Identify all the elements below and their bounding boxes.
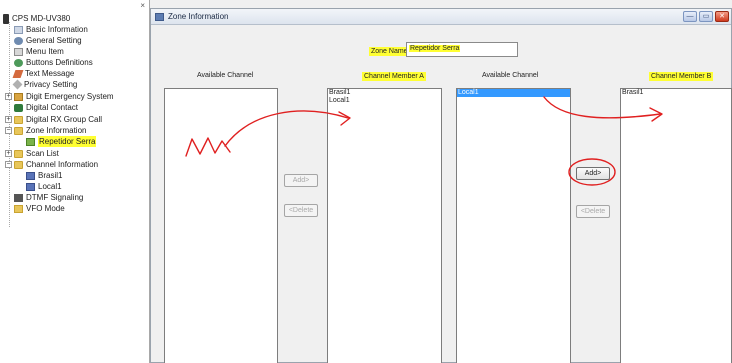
channel-member-b-header: Channel Member B bbox=[649, 72, 714, 81]
tree-item-vfo-mode[interactable]: VFO Mode bbox=[14, 203, 65, 214]
tree-item-digital-contact[interactable]: Digital Contact bbox=[14, 102, 78, 113]
collapse-toggle[interactable]: − bbox=[5, 161, 12, 168]
tree-item-label: Text Message bbox=[25, 69, 75, 78]
tree-item-label: General Setting bbox=[26, 36, 82, 45]
tree-item-local1[interactable]: Local1 bbox=[26, 181, 62, 192]
folder-icon bbox=[14, 115, 23, 124]
tree-guide-line bbox=[9, 22, 10, 227]
buttons-icon bbox=[14, 58, 23, 67]
folder-icon bbox=[14, 126, 23, 135]
channel-icon bbox=[26, 171, 35, 180]
tree-item-general-setting[interactable]: General Setting bbox=[14, 35, 82, 46]
tree-item-digit-emergency-system[interactable]: Digit Emergency System bbox=[14, 91, 114, 102]
tree-item-menu-item[interactable]: Menu Item bbox=[14, 46, 64, 57]
available-channel-b-list[interactable]: Local1 bbox=[456, 88, 571, 363]
zone-name-value: Repetidor Serra bbox=[409, 45, 461, 52]
maximize-button[interactable]: ▭ bbox=[699, 11, 713, 22]
delete-button-b[interactable]: <Delete bbox=[576, 205, 610, 218]
close-panel-icon[interactable]: × bbox=[140, 1, 145, 10]
menu-icon bbox=[14, 47, 23, 56]
tree-item-repetidor-serra[interactable]: Repetidor Serra bbox=[26, 136, 97, 147]
navigation-tree[interactable]: × CPS MD-UV380 Basic Information General… bbox=[0, 0, 150, 363]
folder-icon bbox=[14, 204, 23, 213]
tree-item-label: Menu Item bbox=[26, 47, 64, 56]
channel-member-b-list[interactable]: Brasil1 bbox=[620, 88, 732, 363]
folder-icon bbox=[14, 149, 23, 158]
tree-item-dtmf-signaling[interactable]: DTMF Signaling bbox=[14, 192, 83, 203]
window-icon bbox=[155, 13, 164, 21]
tree-item-scan-list[interactable]: Scan List bbox=[14, 148, 59, 159]
tree-item-label: Buttons Definitions bbox=[26, 58, 93, 67]
radio-device-icon bbox=[3, 13, 9, 24]
zone-name-label: Zone Name bbox=[369, 47, 410, 56]
tree-item-label: Digit Emergency System bbox=[26, 92, 114, 101]
tree-item-zone-information[interactable]: Zone Information bbox=[14, 125, 86, 136]
tree-item-channel-information[interactable]: Channel Information bbox=[14, 159, 98, 170]
channel-icon bbox=[26, 182, 35, 191]
expand-toggle[interactable]: + bbox=[5, 116, 12, 123]
collapse-toggle[interactable]: − bbox=[5, 127, 12, 134]
list-item[interactable]: Brasil1 bbox=[621, 89, 731, 97]
tree-item-label: Digital RX Group Call bbox=[26, 115, 103, 124]
tree-item-label: Digital Contact bbox=[26, 103, 79, 112]
tree-item-label: Privacy Setting bbox=[24, 80, 78, 89]
gear-icon bbox=[14, 36, 23, 45]
message-icon bbox=[12, 69, 24, 78]
folder-icon bbox=[14, 160, 23, 169]
tree-item-label: Repetidor Serra bbox=[38, 136, 97, 147]
tree-item-buttons-definitions[interactable]: Buttons Definitions bbox=[14, 57, 93, 68]
tree-item-label: Basic Information bbox=[26, 25, 88, 34]
tree-root[interactable]: CPS MD-UV380 bbox=[3, 13, 70, 24]
minimize-button[interactable]: — bbox=[683, 11, 697, 22]
zone-icon bbox=[26, 137, 35, 146]
expand-toggle[interactable]: + bbox=[5, 150, 12, 157]
add-button-b[interactable]: Add> bbox=[576, 167, 610, 180]
channel-member-a-list[interactable]: Brasil1 Local1 bbox=[327, 88, 442, 363]
add-button-a[interactable]: Add> bbox=[284, 174, 318, 187]
window-titlebar[interactable]: Zone Information — ▭ ✕ bbox=[151, 9, 731, 25]
tree-item-text-message[interactable]: Text Message bbox=[12, 68, 75, 79]
tree-item-basic-information[interactable]: Basic Information bbox=[14, 24, 88, 35]
tree-item-label: Zone Information bbox=[26, 126, 87, 135]
contact-icon bbox=[14, 103, 23, 112]
window-title: Zone Information bbox=[168, 12, 229, 21]
zone-information-window: Zone Information — ▭ ✕ Zone Name Repetid… bbox=[150, 8, 732, 363]
list-item[interactable]: Local1 bbox=[328, 97, 441, 105]
tree-item-label: DTMF Signaling bbox=[26, 193, 84, 202]
tree-item-digital-rx-group-call[interactable]: Digital RX Group Call bbox=[14, 114, 102, 125]
tree-item-label: VFO Mode bbox=[26, 204, 65, 213]
available-channel-a-header: Available Channel bbox=[197, 72, 254, 79]
close-button[interactable]: ✕ bbox=[715, 11, 729, 22]
zone-name-input[interactable]: Repetidor Serra bbox=[406, 42, 518, 57]
dtmf-icon bbox=[14, 193, 23, 202]
available-channel-b-header: Available Channel bbox=[482, 72, 539, 79]
tree-item-privacy-setting[interactable]: Privacy Setting bbox=[12, 79, 78, 90]
delete-button-a[interactable]: <Delete bbox=[284, 204, 318, 217]
list-item-selected[interactable]: Local1 bbox=[457, 89, 570, 97]
list-item[interactable]: Brasil1 bbox=[328, 89, 441, 97]
available-channel-a-list[interactable] bbox=[164, 88, 278, 363]
key-icon bbox=[12, 79, 23, 90]
tree-item-brasil1[interactable]: Brasil1 bbox=[26, 170, 62, 181]
expand-toggle[interactable]: + bbox=[5, 93, 12, 100]
tree-item-label: Scan List bbox=[26, 149, 59, 158]
folder-icon bbox=[14, 92, 23, 101]
tree-item-label: Brasil1 bbox=[38, 171, 63, 180]
channel-member-a-header: Channel Member A bbox=[362, 72, 426, 81]
tree-item-label: Local1 bbox=[38, 182, 62, 191]
tree-root-label: CPS MD-UV380 bbox=[12, 14, 71, 23]
tree-item-label: Channel Information bbox=[26, 160, 99, 169]
doc-icon bbox=[14, 25, 23, 34]
